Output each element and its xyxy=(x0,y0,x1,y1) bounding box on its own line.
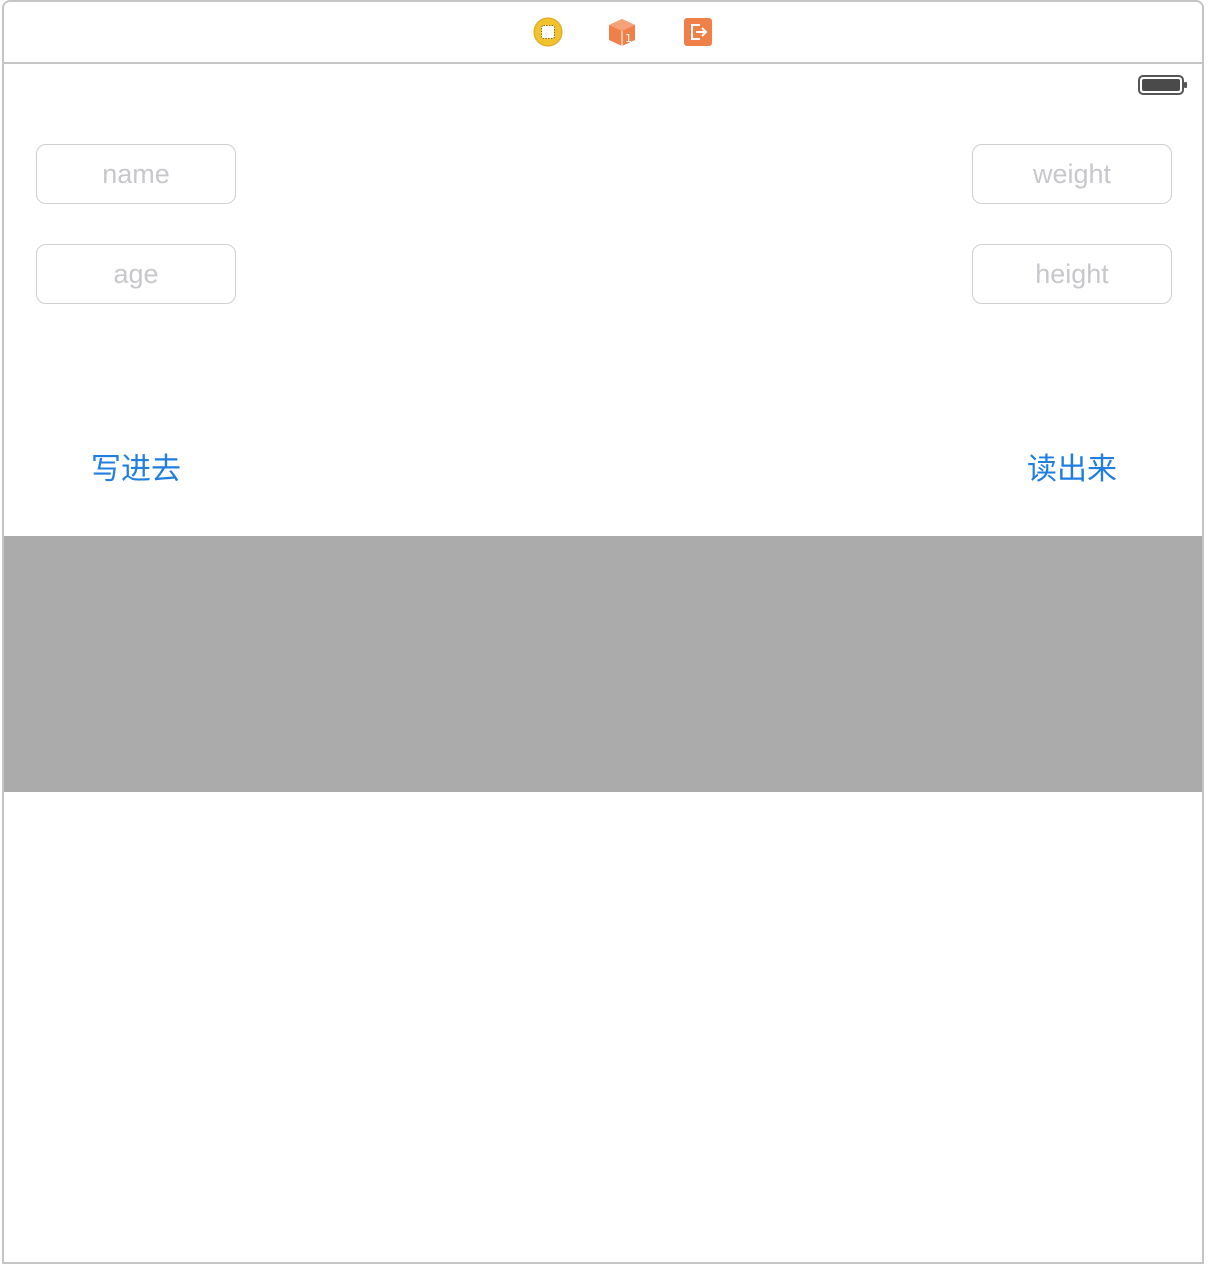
age-field[interactable] xyxy=(36,244,236,304)
height-field[interactable] xyxy=(972,244,1172,304)
first-responder-badge: 1 xyxy=(625,32,632,45)
name-field[interactable] xyxy=(36,144,236,204)
weight-field[interactable] xyxy=(972,144,1172,204)
read-button[interactable]: 读出来 xyxy=(1002,442,1142,498)
scene-canvas: 1 写进去 读出来 xyxy=(2,0,1204,1264)
scene-dock: 1 xyxy=(4,2,1202,64)
exit-icon[interactable] xyxy=(683,17,713,47)
first-responder-icon[interactable]: 1 xyxy=(607,17,637,47)
battery-icon xyxy=(1138,74,1188,96)
gray-content-view xyxy=(4,536,1202,792)
status-bar xyxy=(4,64,1202,104)
write-button[interactable]: 写进去 xyxy=(66,442,206,498)
view-controller-icon[interactable] xyxy=(533,17,563,47)
